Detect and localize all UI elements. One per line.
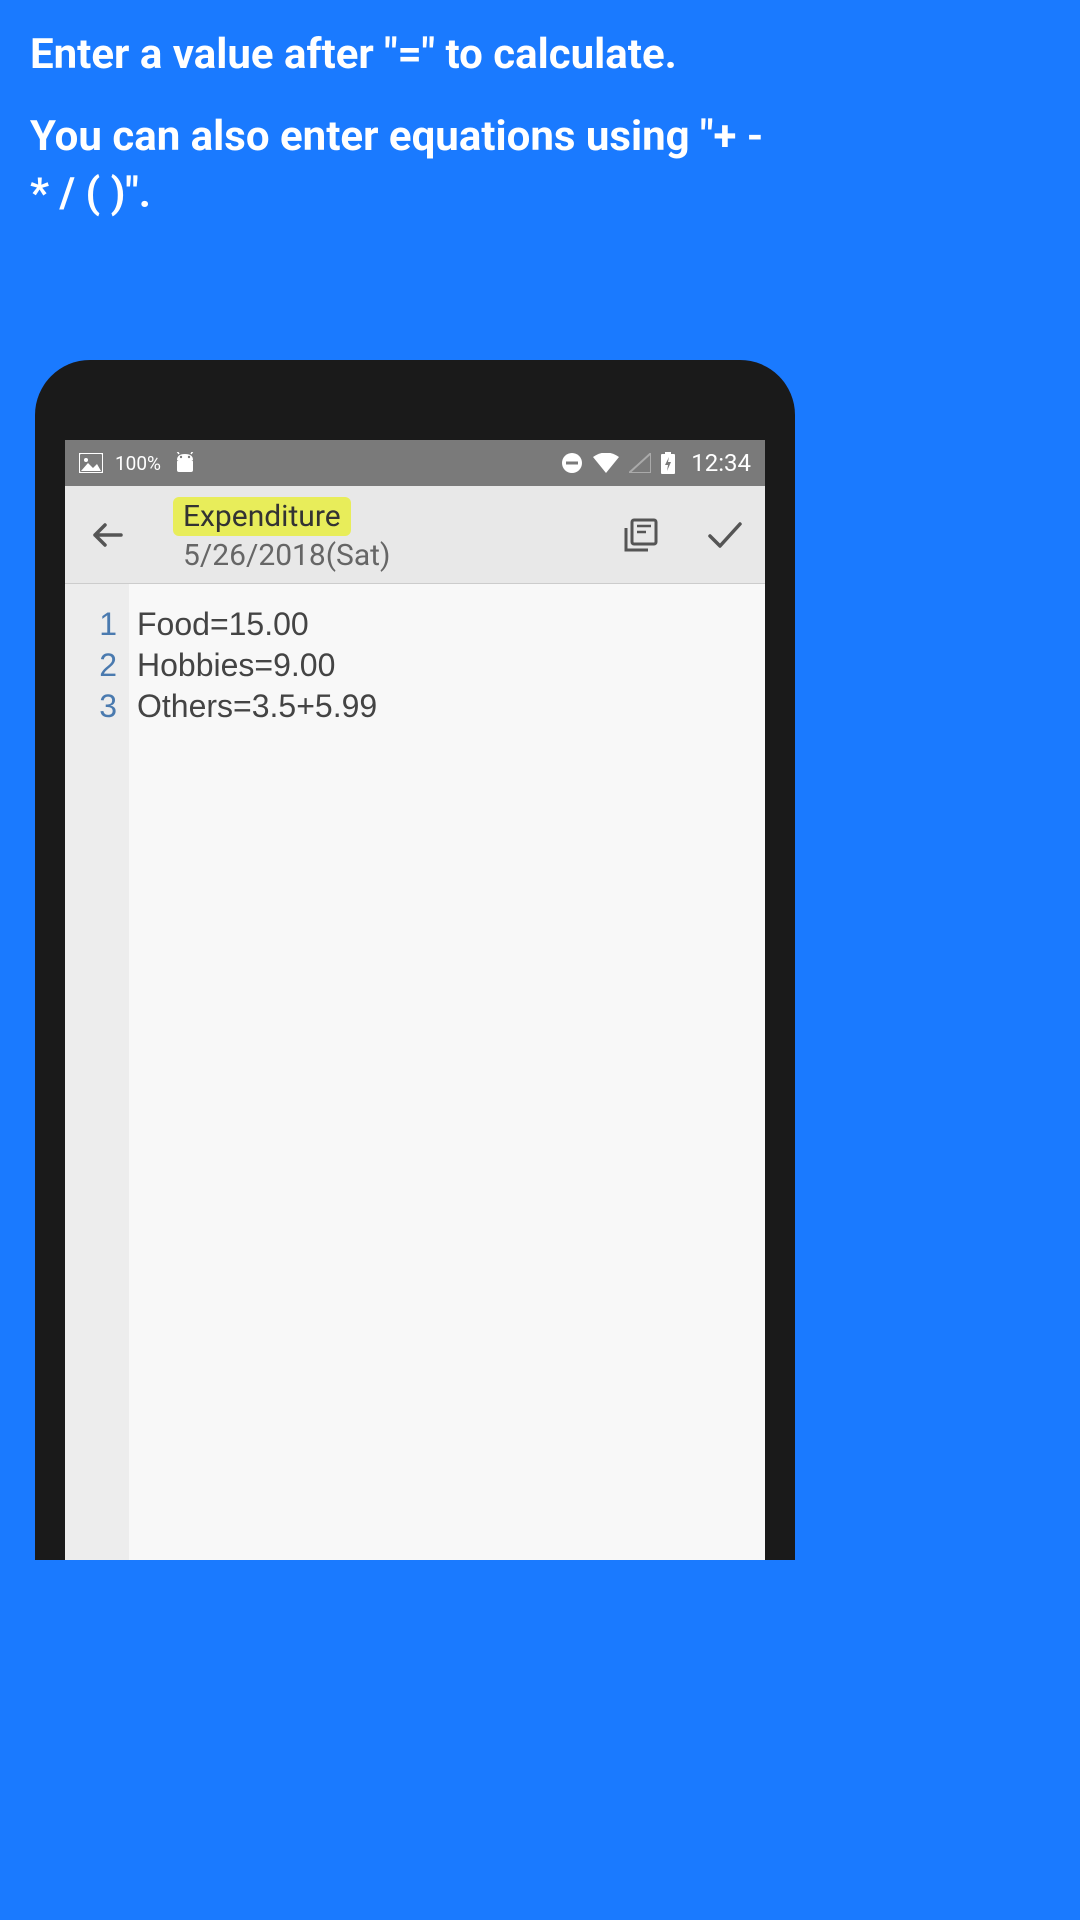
android-icon xyxy=(173,452,197,474)
editor-line[interactable]: Food=15.00 xyxy=(137,604,765,645)
editor-content[interactable]: Food=15.00 Hobbies=9.00 Others=3.5+5.99 xyxy=(129,584,765,1560)
line-number: 2 xyxy=(65,645,117,686)
status-bar: 100% 12:34 xyxy=(65,440,765,486)
phone-frame: 100% 12:34 xyxy=(35,360,795,1560)
battery-percent: 100% xyxy=(115,452,161,475)
editor-line[interactable]: Hobbies=9.00 xyxy=(137,645,765,686)
back-arrow-icon xyxy=(89,516,127,554)
library-button[interactable] xyxy=(619,513,663,557)
instruction-text-1: Enter a value after "=" to calculate. xyxy=(30,30,789,79)
page-title: Expenditure xyxy=(173,497,351,536)
phone-screen: 100% 12:34 xyxy=(65,440,765,1560)
confirm-button[interactable] xyxy=(703,513,747,557)
line-number: 1 xyxy=(65,604,117,645)
library-icon xyxy=(622,516,660,554)
wifi-icon xyxy=(593,453,619,473)
status-bar-right: 12:34 xyxy=(561,449,751,477)
status-bar-left: 100% xyxy=(79,452,197,475)
toolbar-title-area: Expenditure 5/26/2018(Sat) xyxy=(173,497,619,573)
toolbar-actions xyxy=(619,513,747,557)
editor-area[interactable]: 1 2 3 Food=15.00 Hobbies=9.00 Others=3.5… xyxy=(65,584,765,1560)
date-subtitle: 5/26/2018(Sat) xyxy=(183,538,619,573)
instructions-block: Enter a value after "=" to calculate. Yo… xyxy=(0,0,819,222)
line-number: 3 xyxy=(65,686,117,727)
signal-icon xyxy=(629,453,651,473)
battery-icon xyxy=(661,452,675,474)
app-toolbar: Expenditure 5/26/2018(Sat) xyxy=(65,486,765,584)
check-icon xyxy=(704,514,746,556)
back-button[interactable] xyxy=(83,510,133,560)
editor-line[interactable]: Others=3.5+5.99 xyxy=(137,686,765,727)
image-icon xyxy=(79,453,103,473)
dnd-icon xyxy=(561,452,583,474)
status-time: 12:34 xyxy=(691,449,751,477)
line-gutter: 1 2 3 xyxy=(65,584,129,1560)
instruction-text-2: You can also enter equations using "+ - … xyxy=(30,109,789,222)
